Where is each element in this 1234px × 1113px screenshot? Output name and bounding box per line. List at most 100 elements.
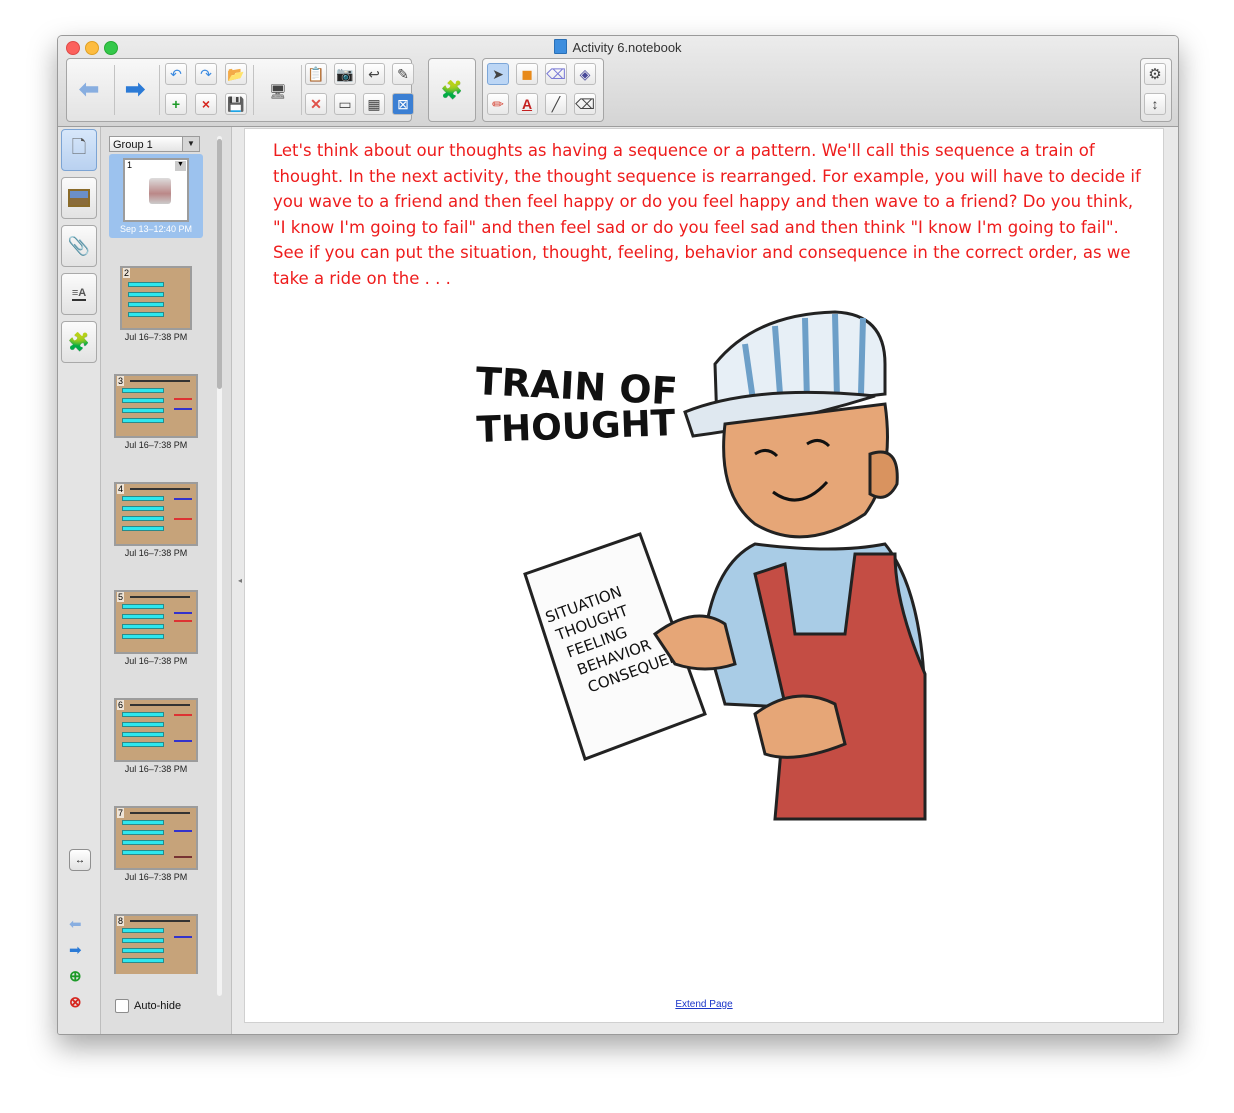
- select-tool-button[interactable]: ➤: [487, 63, 509, 85]
- pens-tool-button[interactable]: ✏: [487, 93, 509, 115]
- page-number: 6: [117, 700, 125, 710]
- thumbnail-bar: [122, 948, 164, 953]
- settings-button[interactable]: ⚙: [1144, 63, 1166, 85]
- previous-page-arrow-icon[interactable]: ⬅: [69, 915, 82, 933]
- thumbnail-bar: [122, 850, 164, 855]
- conductor-face: [722, 402, 889, 539]
- fill-tool-button[interactable]: ◈: [574, 63, 596, 85]
- page-thumbnail[interactable]: 6 Jul 16–7:38 PM: [109, 694, 203, 774]
- thumbnail-bar: [122, 928, 164, 933]
- open-file-button[interactable]: 📂: [225, 63, 247, 85]
- page-thumbnail-image: 4: [114, 482, 198, 546]
- table-button[interactable]: ▦: [363, 93, 385, 115]
- page-timestamp: Jul 16–7:38 PM: [124, 548, 188, 558]
- addon-button[interactable]: 🧩: [440, 78, 464, 102]
- page-sorter-panel: Group 1 ▼ 1 ▼ Sep 13–12:40 PM 2 Jul 16–7:…: [101, 127, 232, 1034]
- thumbnail-bar: [122, 732, 164, 737]
- page-thumbnail[interactable]: 5 Jul 16–7:38 PM: [109, 586, 203, 666]
- thumbnail-line: [174, 714, 192, 716]
- redo-button[interactable]: ↷: [195, 63, 217, 85]
- add-page-small-icon[interactable]: ⊕: [69, 967, 82, 985]
- conductor-ear: [868, 450, 899, 499]
- toolbar-separator: [114, 65, 115, 115]
- gallery-tab[interactable]: [61, 177, 97, 219]
- thumbnail-line: [174, 856, 192, 858]
- thumbnail-drawing: [149, 178, 171, 204]
- properties-icon: ≡A: [71, 287, 87, 301]
- train-of-thought-illustration[interactable]: TRAIN OF THOUGHT SITUATION THOUGHT FEELI…: [455, 304, 955, 824]
- next-page-arrow-icon[interactable]: ➡: [69, 941, 82, 959]
- thumbnail-bar: [122, 722, 164, 727]
- thumbnail-bar: [122, 634, 164, 639]
- sorter-scroll-thumb[interactable]: [217, 139, 222, 389]
- toolbar-position-button[interactable]: ↕: [1144, 93, 1166, 115]
- page-sorter-tab[interactable]: 🗋: [61, 129, 97, 171]
- panel-resize-handle[interactable]: ◂: [238, 576, 242, 585]
- pen-tool-button[interactable]: ✎: [392, 63, 414, 85]
- forward-arrow-icon[interactable]: ➡: [125, 75, 145, 104]
- thumbnail-bar: [122, 712, 164, 717]
- page-thumbnail[interactable]: 4 Jul 16–7:38 PM: [109, 478, 203, 558]
- page-timestamp: Jul 16–7:38 PM: [124, 872, 188, 882]
- thumbnail-bar: [122, 408, 164, 413]
- page-timestamp: Jul 16–7:38 PM: [124, 656, 188, 666]
- side-tab-bar: 🗋 📎 ≡A 🧩 ↔ ⬅ ➡ ⊕ ⊗: [58, 127, 101, 1034]
- page-timestamp: Jul 16–7:38 PM: [124, 332, 188, 342]
- thumbnail-bar: [122, 742, 164, 747]
- attachments-tab[interactable]: 📎: [61, 225, 97, 267]
- shapes-tool-button[interactable]: ◼: [516, 63, 538, 85]
- screen-shade-button[interactable]: ▭: [334, 93, 356, 115]
- thumbnail-bar: [122, 958, 164, 963]
- delete-page-button[interactable]: ×: [195, 93, 217, 115]
- thumbnail-bar: [128, 292, 164, 297]
- text-tool-button[interactable]: A: [516, 93, 538, 115]
- thumbnail-bar: [122, 624, 164, 629]
- whiteboard-page[interactable]: Let's think about our thoughts as having…: [244, 128, 1164, 1023]
- thumbnail-bar: [122, 840, 164, 845]
- add-page-button[interactable]: +: [165, 93, 187, 115]
- thumbnail-line: [130, 704, 190, 706]
- main-toolbar: ⬅ ➡ ↶ ↷ 📂 + × 💾 🖥 📋 📷 ↩ ✎ ✕ ▭ ▦ ⊠: [66, 58, 414, 122]
- group-dropdown[interactable]: Group 1 ▼: [109, 136, 200, 152]
- toggle-sidebar-side-button[interactable]: ↔: [69, 849, 91, 871]
- addons-tab[interactable]: 🧩: [61, 321, 97, 363]
- toolbar-separator: [301, 65, 302, 115]
- page-thumbnail-image: 1 ▼: [123, 158, 189, 222]
- page-thumbnail-image: 5: [114, 590, 198, 654]
- thumbnail-line: [130, 380, 190, 382]
- page-thumbnail[interactable]: 2 Jul 16–7:38 PM: [109, 262, 203, 342]
- page-thumbnail[interactable]: 1 ▼ Sep 13–12:40 PM: [109, 154, 203, 238]
- thumbnail-bar: [128, 302, 164, 307]
- paperclip-icon: 📎: [67, 235, 91, 256]
- delete-button[interactable]: ✕: [305, 93, 327, 115]
- fullscreen-button[interactable]: ⊠: [392, 93, 414, 115]
- display-screen-button[interactable]: 🖥: [265, 78, 291, 104]
- page-number: 5: [117, 592, 125, 602]
- page-instruction-text[interactable]: Let's think about our thoughts as having…: [273, 138, 1143, 292]
- line-tool-button[interactable]: ╱: [545, 93, 567, 115]
- thumbnail-bar: [122, 604, 164, 609]
- page-thumbnail[interactable]: 7 Jul 16–7:38 PM: [109, 802, 203, 882]
- paste-button[interactable]: 📋: [305, 63, 327, 85]
- chevron-down-icon[interactable]: ▼: [182, 137, 199, 151]
- clear-page-button[interactable]: ↩: [363, 63, 385, 85]
- thumbnail-menu-chevron-icon[interactable]: ▼: [175, 161, 186, 171]
- thumbnail-bar: [122, 938, 164, 943]
- auto-hide-checkbox[interactable]: Auto-hide: [115, 999, 181, 1013]
- page-thumbnail-image: 3: [114, 374, 198, 438]
- properties-tab[interactable]: ≡A: [61, 273, 97, 315]
- back-arrow-icon[interactable]: ⬅: [79, 75, 99, 104]
- extend-page-link[interactable]: Extend Page: [245, 999, 1163, 1010]
- page-thumbnail[interactable]: 3 Jul 16–7:38 PM: [109, 370, 203, 450]
- checkbox-box[interactable]: [115, 999, 129, 1013]
- eraser-tool-button[interactable]: ⌫: [545, 63, 567, 85]
- screen-capture-button[interactable]: 📷: [334, 63, 356, 85]
- undo-button[interactable]: ↶: [165, 63, 187, 85]
- gallery-icon: [68, 189, 90, 207]
- page-number: 1: [126, 160, 134, 170]
- delete-page-small-icon[interactable]: ⊗: [69, 993, 82, 1011]
- eraser2-tool-button[interactable]: ⌫: [574, 93, 596, 115]
- title-bar: Activity 6.notebook ⬅ ➡ ↶ ↷ 📂 + × 💾 🖥 📋 …: [58, 36, 1178, 127]
- save-button[interactable]: 💾: [225, 93, 247, 115]
- page-thumbnail[interactable]: 8: [109, 910, 203, 974]
